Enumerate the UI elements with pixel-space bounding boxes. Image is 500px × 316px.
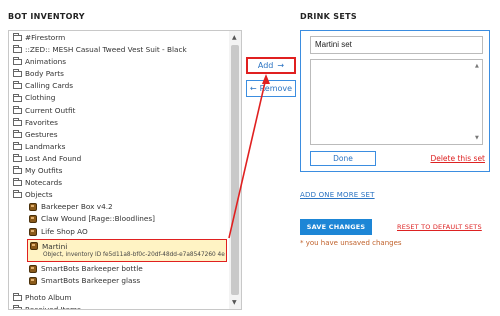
set-items-area[interactable]: ▲ ▼ [310, 59, 483, 145]
folder-icon [13, 57, 22, 66]
tree-item-label: Barkeeper Box v4.2 [41, 202, 113, 212]
tree-item-label: Lost And Found [25, 153, 82, 163]
add-more-set-link[interactable]: ADD ONE MORE SET [300, 191, 375, 199]
tree-item-label: Martini [42, 241, 68, 251]
done-button[interactable]: Done [310, 151, 376, 166]
tree-item-folder[interactable]: #Firestorm [9, 32, 229, 44]
tree-item-folder[interactable]: My Outfits [9, 165, 229, 177]
folder-icon [13, 153, 22, 162]
tree-item-folder[interactable]: Body Parts [9, 68, 229, 80]
unsaved-changes-notice: * you have unsaved changes [300, 239, 402, 247]
tree-item-object[interactable]: Barkeeper Box v4.2 [9, 201, 229, 213]
tree-item-label: SmartBots Barkeeper glass [41, 275, 141, 285]
folder-icon [13, 69, 22, 78]
tree-item-label: Claw Wound [Rage::Bloodlines] [41, 214, 156, 224]
tree-item-folder[interactable]: ::ZED:: MESH Casual Tweed Vest Suit - Bl… [9, 44, 229, 56]
tree-item-folder[interactable]: Calling Cards [9, 80, 229, 92]
tree-item-folder[interactable]: Gestures [9, 129, 229, 141]
object-box-icon [29, 276, 37, 285]
tree-item-label: Body Parts [25, 69, 64, 79]
tree-item-folder[interactable]: Current Outfit [9, 105, 229, 117]
folder-icon [13, 129, 22, 138]
scroll-up-icon[interactable]: ▲ [475, 63, 479, 69]
tree-item-label: Clothing [25, 93, 56, 103]
tree-item-label: My Outfits [25, 166, 63, 176]
folder-icon [13, 178, 22, 187]
tree-item-folder[interactable]: Objects [9, 189, 229, 201]
tree-item-label: Notecards [25, 178, 63, 188]
add-button[interactable]: Add → [246, 57, 296, 74]
add-button-label: Add [257, 61, 274, 70]
reset-default-sets-link[interactable]: RESET TO DEFAULT SETS [397, 223, 482, 231]
folder-icon [13, 190, 22, 199]
scroll-down-icon[interactable]: ▼ [475, 135, 479, 141]
tree-item-label: Calling Cards [25, 81, 74, 91]
tree-item-label: #Firestorm [25, 33, 66, 42]
arrow-left-icon: ← [249, 84, 257, 93]
object-box-icon [29, 264, 37, 273]
tree-item-label: Life Shop AO [41, 226, 88, 236]
tree-item-label: Received Items [25, 304, 81, 309]
folder-icon [13, 81, 22, 90]
set-items-scrollbar[interactable]: ▲ ▼ [473, 60, 482, 144]
folder-icon [13, 304, 22, 309]
tree-item-selected[interactable]: Martini Object, inventory ID fe5d11a8-bf0… [27, 238, 227, 262]
tree-item-sublabel: Object, inventory ID fe5d11a8-bf0c-20df-… [43, 251, 225, 258]
folder-icon [13, 105, 22, 114]
drink-set-card: Martini set ▲ ▼ Done Delete this set [300, 30, 490, 172]
scroll-down-icon[interactable]: ▼ [232, 299, 237, 306]
folder-icon [13, 141, 22, 150]
selected-item-header: Martini [30, 242, 226, 251]
tree-item-label: ::ZED:: MESH Casual Tweed Vest Suit - Bl… [25, 45, 187, 55]
delete-set-link[interactable]: Delete this set [430, 154, 485, 163]
inventory-list: #Firestorm::ZED:: MESH Casual Tweed Vest… [9, 31, 229, 309]
folder-icon [13, 93, 22, 102]
folder-icon [13, 33, 22, 42]
object-box-icon [29, 203, 37, 212]
bot-inventory-heading: BOT INVENTORY [8, 12, 85, 21]
tree-item-folder[interactable]: Animations [9, 56, 229, 68]
scrollbar-thumb[interactable] [231, 45, 239, 295]
tree-item-folder[interactable]: Lost And Found [9, 153, 229, 165]
folder-icon [13, 292, 22, 301]
inventory-tree[interactable]: #Firestorm::ZED:: MESH Casual Tweed Vest… [8, 30, 242, 310]
drink-sets-heading: DRINK SETS [300, 12, 357, 21]
tree-item-label: Favorites [25, 117, 58, 127]
object-box-icon [30, 242, 38, 251]
inventory-scrollbar[interactable]: ▲ ▼ [229, 31, 241, 309]
tree-item-folder[interactable]: Notecards [9, 177, 229, 189]
object-box-icon [29, 215, 37, 224]
tree-item-object[interactable]: SmartBots Barkeeper bottle [9, 263, 229, 275]
tree-item-label: SmartBots Barkeeper bottle [41, 263, 143, 273]
remove-button[interactable]: ← Remove [246, 80, 296, 97]
object-box-icon [29, 227, 37, 236]
tree-item-folder[interactable]: Received Items [9, 304, 229, 309]
save-changes-button[interactable]: SAVE CHANGES [300, 219, 372, 235]
tree-item-label: Animations [25, 57, 67, 67]
tree-item-label: Landmarks [25, 141, 66, 151]
tree-item-object[interactable]: Claw Wound [Rage::Bloodlines] [9, 213, 229, 225]
folder-icon [13, 166, 22, 175]
folder-icon [13, 117, 22, 126]
scroll-up-icon[interactable]: ▲ [232, 34, 237, 41]
tree-item-folder[interactable]: Landmarks [9, 141, 229, 153]
tree-item-label: Photo Album [25, 292, 72, 302]
tree-item-folder[interactable]: Clothing [9, 92, 229, 104]
arrow-right-icon: → [277, 61, 285, 70]
tree-item-folder[interactable]: Photo Album [9, 292, 229, 304]
tree-item-label: Objects [25, 190, 53, 200]
tree-item-label: Current Outfit [25, 105, 76, 115]
tree-item-folder[interactable]: Favorites [9, 117, 229, 129]
tree-item-object[interactable]: Life Shop AO [9, 226, 229, 238]
folder-icon [13, 45, 22, 54]
tree-item-object[interactable]: SmartBots Barkeeper glass [9, 275, 229, 287]
remove-button-label: Remove [259, 84, 293, 93]
tree-item-label: Gestures [25, 129, 58, 139]
set-name-input[interactable]: Martini set [310, 36, 483, 54]
